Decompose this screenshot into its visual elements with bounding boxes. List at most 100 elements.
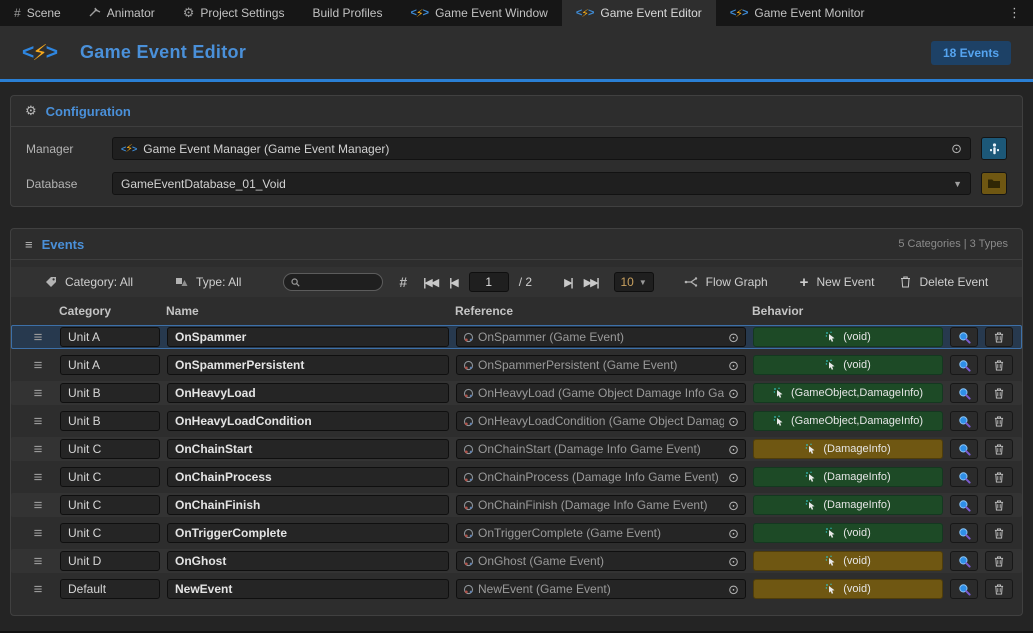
object-picker-icon[interactable]: ⊙	[728, 331, 739, 344]
delete-event-button[interactable]: Delete Event	[900, 275, 988, 289]
object-picker-icon[interactable]: ⊙	[728, 443, 739, 456]
search-box[interactable]	[283, 273, 383, 291]
flow-graph-button[interactable]: Flow Graph	[684, 275, 768, 289]
table-row[interactable]: ≡ OnChainStart (Damage Info Game Event) …	[11, 437, 1022, 461]
delete-row-button[interactable]	[985, 439, 1013, 459]
delete-row-button[interactable]	[985, 355, 1013, 375]
drag-handle-icon[interactable]: ≡	[23, 330, 53, 345]
name-input[interactable]	[167, 355, 449, 375]
view-event-button[interactable]	[950, 383, 978, 403]
behavior-button[interactable]: (void)	[753, 551, 943, 571]
name-input[interactable]	[167, 327, 449, 347]
category-input[interactable]	[60, 439, 160, 459]
behavior-button[interactable]: (void)	[753, 523, 943, 543]
reference-field[interactable]: OnSpammer (Game Event) ⊙	[456, 327, 746, 347]
delete-row-button[interactable]	[985, 495, 1013, 515]
behavior-button[interactable]: (void)	[753, 355, 943, 375]
tab-scene[interactable]: # Scene	[0, 0, 75, 26]
delete-row-button[interactable]	[985, 579, 1013, 599]
tab-game-event-editor[interactable]: <⚡> Game Event Editor	[562, 0, 716, 26]
table-row[interactable]: ≡ OnChainProcess (Damage Info Game Event…	[11, 465, 1022, 489]
name-input[interactable]	[167, 411, 449, 431]
drag-handle-icon[interactable]: ≡	[23, 358, 53, 373]
category-input[interactable]	[60, 551, 160, 571]
delete-row-button[interactable]	[985, 467, 1013, 487]
name-input[interactable]	[167, 495, 449, 515]
reference-field[interactable]: NewEvent (Game Event) ⊙	[456, 579, 746, 599]
drag-handle-icon[interactable]: ≡	[23, 526, 53, 541]
reference-field[interactable]: OnChainStart (Damage Info Game Event) ⊙	[456, 439, 746, 459]
name-input[interactable]	[167, 551, 449, 571]
category-filter[interactable]: Category: All	[45, 275, 133, 289]
behavior-button[interactable]: (void)	[753, 579, 943, 599]
behavior-button[interactable]: (DamageInfo)	[753, 495, 943, 515]
drag-handle-icon[interactable]: ≡	[23, 414, 53, 429]
object-picker-icon[interactable]: ⊙	[728, 471, 739, 484]
view-event-button[interactable]	[950, 355, 978, 375]
behavior-button[interactable]: (DamageInfo)	[753, 467, 943, 487]
tab-animator[interactable]: Animator	[75, 0, 169, 26]
object-picker-icon[interactable]: ⊙	[728, 499, 739, 512]
view-event-button[interactable]	[950, 523, 978, 543]
object-picker-icon[interactable]: ⊙	[951, 142, 962, 155]
name-input[interactable]	[167, 579, 449, 599]
delete-row-button[interactable]	[985, 551, 1013, 571]
drag-handle-icon[interactable]: ≡	[23, 442, 53, 457]
page-size-dropdown[interactable]: 10 ▼	[614, 272, 654, 292]
tab-game-event-window[interactable]: <⚡> Game Event Window	[396, 0, 561, 26]
category-input[interactable]	[60, 579, 160, 599]
reference-field[interactable]: OnHeavyLoad (Game Object Damage Info Gam…	[456, 383, 746, 403]
behavior-button[interactable]: (void)	[753, 327, 943, 347]
object-picker-icon[interactable]: ⊙	[728, 583, 739, 596]
table-row[interactable]: ≡ OnSpammer (Game Event) ⊙ (void)	[11, 325, 1022, 349]
category-input[interactable]	[60, 495, 160, 515]
page-number-input[interactable]	[469, 272, 509, 292]
object-picker-icon[interactable]: ⊙	[728, 359, 739, 372]
table-row[interactable]: ≡ OnChainFinish (Damage Info Game Event)…	[11, 493, 1022, 517]
view-event-button[interactable]	[950, 327, 978, 347]
view-event-button[interactable]	[950, 411, 978, 431]
type-filter[interactable]: Type: All	[175, 275, 241, 289]
inspect-manager-button[interactable]	[981, 137, 1007, 160]
tab-build-profiles[interactable]: Build Profiles	[298, 0, 396, 26]
tab-project-settings[interactable]: ⚙ Project Settings	[169, 0, 299, 26]
behavior-button[interactable]: (DamageInfo)	[753, 439, 943, 459]
name-input[interactable]	[167, 467, 449, 487]
object-picker-icon[interactable]: ⊙	[728, 555, 739, 568]
last-page-button[interactable]: ▶▶|	[584, 276, 598, 289]
category-input[interactable]	[60, 327, 160, 347]
reference-field[interactable]: OnChainProcess (Damage Info Game Event) …	[456, 467, 746, 487]
reference-field[interactable]: OnSpammerPersistent (Game Event) ⊙	[456, 355, 746, 375]
table-row[interactable]: ≡ OnSpammerPersistent (Game Event) ⊙ (vo…	[11, 353, 1022, 377]
table-row[interactable]: ≡ OnHeavyLoad (Game Object Damage Info G…	[11, 381, 1022, 405]
delete-row-button[interactable]	[985, 523, 1013, 543]
drag-handle-icon[interactable]: ≡	[23, 386, 53, 401]
category-input[interactable]	[60, 355, 160, 375]
next-page-button[interactable]: ▶|	[564, 276, 572, 289]
previous-page-button[interactable]: |◀	[449, 276, 457, 289]
reference-field[interactable]: OnChainFinish (Damage Info Game Event) ⊙	[456, 495, 746, 515]
delete-row-button[interactable]	[985, 411, 1013, 431]
window-menu-button[interactable]: ⋮	[996, 0, 1033, 26]
object-picker-icon[interactable]: ⊙	[728, 415, 739, 428]
category-input[interactable]	[60, 523, 160, 543]
first-page-button[interactable]: |◀◀	[423, 276, 437, 289]
view-event-button[interactable]	[950, 495, 978, 515]
grid-view-button[interactable]: #	[399, 274, 407, 290]
reference-field[interactable]: OnTriggerComplete (Game Event) ⊙	[456, 523, 746, 543]
database-dropdown[interactable]: GameEventDatabase_01_Void ▼	[112, 172, 971, 195]
table-row[interactable]: ≡ OnHeavyLoadCondition (Game Object Dama…	[11, 409, 1022, 433]
view-event-button[interactable]	[950, 579, 978, 599]
behavior-button[interactable]: (GameObject,DamageInfo)	[753, 411, 943, 431]
drag-handle-icon[interactable]: ≡	[23, 498, 53, 513]
tab-game-event-monitor[interactable]: <⚡> Game Event Monitor	[716, 0, 879, 26]
view-event-button[interactable]	[950, 551, 978, 571]
reference-field[interactable]: OnGhost (Game Event) ⊙	[456, 551, 746, 571]
table-row[interactable]: ≡ NewEvent (Game Event) ⊙ (void)	[11, 577, 1022, 601]
view-event-button[interactable]	[950, 439, 978, 459]
object-picker-icon[interactable]: ⊙	[728, 527, 739, 540]
view-event-button[interactable]	[950, 467, 978, 487]
drag-handle-icon[interactable]: ≡	[23, 582, 53, 597]
behavior-button[interactable]: (GameObject,DamageInfo)	[753, 383, 943, 403]
delete-row-button[interactable]	[985, 383, 1013, 403]
